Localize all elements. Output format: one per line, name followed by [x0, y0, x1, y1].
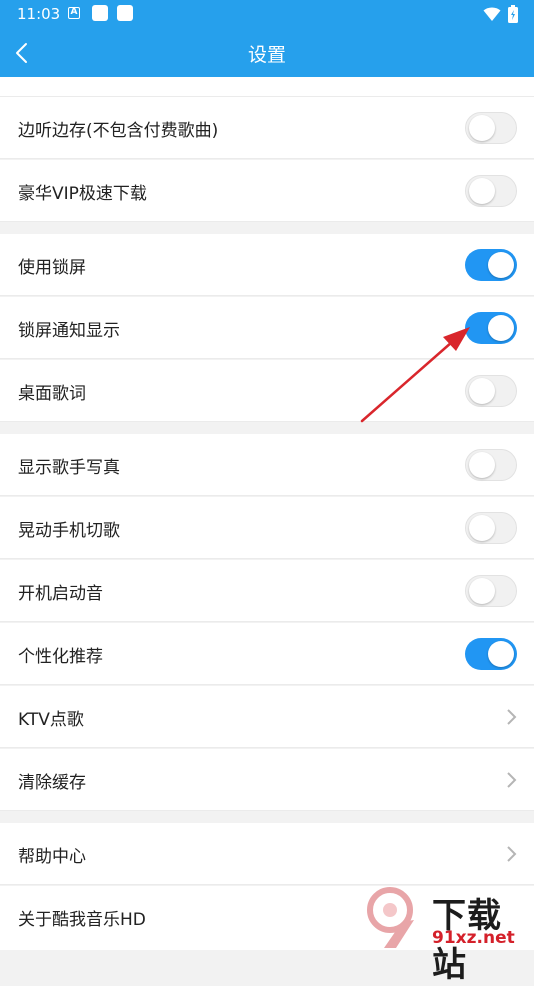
row-label: KTV点歌: [18, 710, 84, 730]
setting-row-save-while-listening[interactable]: 边听边存(不包含付费歌曲): [0, 97, 534, 159]
toggle-knob: [488, 641, 514, 667]
toggle-knob: [469, 452, 495, 478]
toggle-knob: [469, 578, 495, 604]
status-time: 11:03: [17, 5, 61, 23]
toggle-switch[interactable]: [465, 575, 517, 607]
row-label: 使用锁屏: [18, 258, 86, 278]
setting-row-startup-sound[interactable]: 开机启动音: [0, 560, 534, 622]
toggle-knob: [469, 515, 495, 541]
toggle-switch[interactable]: [465, 638, 517, 670]
notification-a-icon: A: [68, 7, 80, 19]
setting-row-lock-screen-notification[interactable]: 锁屏通知显示: [0, 297, 534, 359]
toggle-switch[interactable]: [465, 512, 517, 544]
toggle-switch[interactable]: [465, 175, 517, 207]
toggle-knob: [488, 315, 514, 341]
setting-row-help-center[interactable]: 帮助中心: [0, 823, 534, 885]
row-label: 显示歌手写真: [18, 458, 120, 478]
setting-row-ktv[interactable]: KTV点歌: [0, 686, 534, 748]
setting-row-personalized-recommendation[interactable]: 个性化推荐: [0, 623, 534, 685]
notification-square-icon: [92, 5, 108, 21]
row-label: 关于酷我音乐HD: [18, 910, 146, 930]
row-label: 锁屏通知显示: [18, 321, 120, 341]
site-logo-icon: [367, 887, 414, 948]
partial-row-top: [0, 77, 534, 97]
page-title: 设置: [247, 44, 286, 66]
row-label: 豪华VIP极速下载: [18, 184, 147, 204]
row-label: 个性化推荐: [18, 647, 103, 667]
setting-row-shake-to-skip[interactable]: 晃动手机切歌: [0, 497, 534, 559]
toggle-switch[interactable]: [465, 449, 517, 481]
row-label: 帮助中心: [18, 847, 86, 867]
setting-row-clear-cache[interactable]: 清除缓存: [0, 749, 534, 811]
app-bar: 设置: [0, 28, 534, 77]
toggle-knob: [488, 252, 514, 278]
row-label: 开机启动音: [18, 584, 103, 604]
row-label: 清除缓存: [18, 773, 86, 793]
toggle-knob: [469, 378, 495, 404]
wifi-icon: [483, 7, 501, 21]
site-watermark: 下载站 91xz.net: [362, 884, 534, 985]
battery-charging-icon: [508, 5, 518, 23]
chevron-right-icon: [507, 709, 517, 725]
watermark-url: 91xz.net: [432, 928, 515, 948]
setting-row-lock-screen[interactable]: 使用锁屏: [0, 234, 534, 296]
toggle-knob: [469, 115, 495, 141]
row-label: 桌面歌词: [18, 384, 86, 404]
row-label: 边听边存(不包含付费歌曲): [18, 121, 219, 141]
toggle-switch[interactable]: [465, 249, 517, 281]
setting-row-desktop-lyrics[interactable]: 桌面歌词: [0, 360, 534, 422]
toggle-knob: [469, 178, 495, 204]
toggle-switch[interactable]: [465, 112, 517, 144]
setting-row-vip-download[interactable]: 豪华VIP极速下载: [0, 160, 534, 222]
chevron-right-icon: [507, 846, 517, 862]
toggle-switch[interactable]: [465, 312, 517, 344]
chevron-right-icon: [507, 772, 517, 788]
status-bar: 11:03 A: [0, 0, 534, 28]
setting-row-artist-photo[interactable]: 显示歌手写真: [0, 434, 534, 496]
toggle-switch[interactable]: [465, 375, 517, 407]
notification-square-icon: [117, 5, 133, 21]
row-label: 晃动手机切歌: [18, 521, 120, 541]
